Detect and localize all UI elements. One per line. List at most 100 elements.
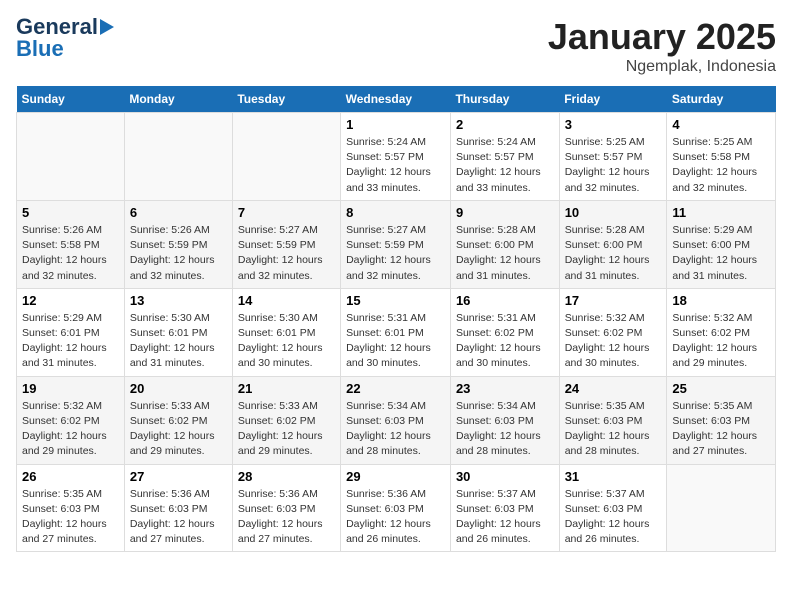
calendar-day-cell: 7 Sunrise: 5:27 AM Sunset: 5:59 PM Daylig… [232,200,340,288]
day-info: Sunrise: 5:28 AM Sunset: 6:00 PM Dayligh… [565,223,662,284]
calendar-day-cell: 26Sunrise: 5:35 AM Sunset: 6:03 PM Dayli… [17,464,125,552]
day-info: Sunrise: 5:31 AM Sunset: 6:02 PM Dayligh… [456,311,554,372]
day-info: Sunrise: 5:26 AM Sunset: 5:58 PM Dayligh… [22,223,119,284]
day-number: 6 [130,205,227,220]
calendar-day-cell: 22Sunrise: 5:34 AM Sunset: 6:03 PM Dayli… [341,376,451,464]
day-info: Sunrise: 5:32 AM Sunset: 6:02 PM Dayligh… [22,399,119,460]
day-number: 15 [346,293,445,308]
calendar-day-cell: 16 Sunrise: 5:31 AM Sunset: 6:02 PM Dayli… [450,288,559,376]
day-info: Sunrise: 5:31 AM Sunset: 6:01 PM Dayligh… [346,311,445,372]
calendar-day-cell: 21 Sunrise: 5:33 AM Sunset: 6:02 PM Dayli… [232,376,340,464]
calendar-day-cell: 17 Sunrise: 5:32 AM Sunset: 6:02 PM Dayli… [559,288,667,376]
calendar-day-cell: 14Sunrise: 5:30 AM Sunset: 6:01 PM Dayli… [232,288,340,376]
day-number: 8 [346,205,445,220]
calendar-week-row: 5 Sunrise: 5:26 AM Sunset: 5:58 PM Daylig… [17,200,776,288]
day-number: 20 [130,381,227,396]
day-number: 12 [22,293,119,308]
day-number: 18 [672,293,770,308]
calendar-day-cell: 24 Sunrise: 5:35 AM Sunset: 6:03 PM Dayli… [559,376,667,464]
day-number: 28 [238,469,335,484]
day-number: 21 [238,381,335,396]
day-number: 24 [565,381,662,396]
day-info: Sunrise: 5:37 AM Sunset: 6:03 PM Dayligh… [456,487,554,548]
day-number: 10 [565,205,662,220]
calendar-day-cell: 1Sunrise: 5:24 AM Sunset: 5:57 PM Daylig… [341,113,451,201]
day-number: 25 [672,381,770,396]
calendar-day-cell: 6 Sunrise: 5:26 AM Sunset: 5:59 PM Daylig… [124,200,232,288]
calendar-day-cell: 28 Sunrise: 5:36 AM Sunset: 6:03 PM Dayli… [232,464,340,552]
day-number: 1 [346,117,445,132]
calendar-day-cell: 11Sunrise: 5:29 AM Sunset: 6:00 PM Dayli… [667,200,776,288]
day-number: 23 [456,381,554,396]
day-info: Sunrise: 5:27 AM Sunset: 5:59 PM Dayligh… [238,223,335,284]
calendar-day-cell: 29Sunrise: 5:36 AM Sunset: 6:03 PM Dayli… [341,464,451,552]
day-info: Sunrise: 5:25 AM Sunset: 5:57 PM Dayligh… [565,135,662,196]
logo: General Blue [16,16,114,60]
calendar-day-cell: 9Sunrise: 5:28 AM Sunset: 6:00 PM Daylig… [450,200,559,288]
day-info: Sunrise: 5:29 AM Sunset: 6:00 PM Dayligh… [672,223,770,284]
weekday-header-thursday: Thursday [450,86,559,113]
day-number: 14 [238,293,335,308]
day-number: 29 [346,469,445,484]
weekday-header-friday: Friday [559,86,667,113]
weekday-header-saturday: Saturday [667,86,776,113]
calendar-day-cell: 12 Sunrise: 5:29 AM Sunset: 6:01 PM Dayli… [17,288,125,376]
calendar-table: SundayMondayTuesdayWednesdayThursdayFrid… [16,86,776,552]
calendar-day-cell: 27 Sunrise: 5:36 AM Sunset: 6:03 PM Dayli… [124,464,232,552]
day-number: 16 [456,293,554,308]
day-info: Sunrise: 5:35 AM Sunset: 6:03 PM Dayligh… [565,399,662,460]
calendar-day-cell: 23 Sunrise: 5:34 AM Sunset: 6:03 PM Dayli… [450,376,559,464]
day-number: 27 [130,469,227,484]
title-block: January 2025 Ngemplak, Indonesia [548,16,776,76]
day-info: Sunrise: 5:34 AM Sunset: 6:03 PM Dayligh… [456,399,554,460]
empty-cell [17,113,125,201]
day-info: Sunrise: 5:32 AM Sunset: 6:02 PM Dayligh… [672,311,770,372]
calendar-week-row: 12 Sunrise: 5:29 AM Sunset: 6:01 PM Dayli… [17,288,776,376]
calendar-day-cell: 18 Sunrise: 5:32 AM Sunset: 6:02 PM Dayli… [667,288,776,376]
day-number: 4 [672,117,770,132]
calendar-day-cell: 20 Sunrise: 5:33 AM Sunset: 6:02 PM Dayli… [124,376,232,464]
day-number: 5 [22,205,119,220]
day-number: 31 [565,469,662,484]
logo-arrow-icon [100,19,114,35]
day-info: Sunrise: 5:36 AM Sunset: 6:03 PM Dayligh… [238,487,335,548]
calendar-day-cell: 15 Sunrise: 5:31 AM Sunset: 6:01 PM Dayli… [341,288,451,376]
day-number: 22 [346,381,445,396]
calendar-title: January 2025 [548,16,776,58]
calendar-day-cell: 4 Sunrise: 5:25 AM Sunset: 5:58 PM Daylig… [667,113,776,201]
logo-general: General [16,16,98,38]
calendar-day-cell: 31Sunrise: 5:37 AM Sunset: 6:03 PM Dayli… [559,464,667,552]
day-info: Sunrise: 5:29 AM Sunset: 6:01 PM Dayligh… [22,311,119,372]
calendar-day-cell: 30Sunrise: 5:37 AM Sunset: 6:03 PM Dayli… [450,464,559,552]
weekday-header-wednesday: Wednesday [341,86,451,113]
calendar-day-cell: 13Sunrise: 5:30 AM Sunset: 6:01 PM Dayli… [124,288,232,376]
calendar-week-row: 26Sunrise: 5:35 AM Sunset: 6:03 PM Dayli… [17,464,776,552]
weekday-header-monday: Monday [124,86,232,113]
weekday-header-sunday: Sunday [17,86,125,113]
calendar-header-row: SundayMondayTuesdayWednesdayThursdayFrid… [17,86,776,113]
weekday-header-tuesday: Tuesday [232,86,340,113]
logo-blue: Blue [16,38,64,60]
day-info: Sunrise: 5:32 AM Sunset: 6:02 PM Dayligh… [565,311,662,372]
day-number: 7 [238,205,335,220]
day-number: 19 [22,381,119,396]
empty-cell [124,113,232,201]
day-info: Sunrise: 5:33 AM Sunset: 6:02 PM Dayligh… [130,399,227,460]
day-info: Sunrise: 5:25 AM Sunset: 5:58 PM Dayligh… [672,135,770,196]
day-number: 2 [456,117,554,132]
empty-cell [232,113,340,201]
calendar-day-cell: 25Sunrise: 5:35 AM Sunset: 6:03 PM Dayli… [667,376,776,464]
calendar-day-cell: 10 Sunrise: 5:28 AM Sunset: 6:00 PM Dayli… [559,200,667,288]
day-info: Sunrise: 5:24 AM Sunset: 5:57 PM Dayligh… [456,135,554,196]
calendar-week-row: 19 Sunrise: 5:32 AM Sunset: 6:02 PM Dayli… [17,376,776,464]
day-number: 26 [22,469,119,484]
day-number: 3 [565,117,662,132]
page-header: General Blue January 2025 Ngemplak, Indo… [16,16,776,76]
day-info: Sunrise: 5:26 AM Sunset: 5:59 PM Dayligh… [130,223,227,284]
day-info: Sunrise: 5:33 AM Sunset: 6:02 PM Dayligh… [238,399,335,460]
day-info: Sunrise: 5:36 AM Sunset: 6:03 PM Dayligh… [130,487,227,548]
day-number: 13 [130,293,227,308]
day-number: 17 [565,293,662,308]
calendar-day-cell: 2 Sunrise: 5:24 AM Sunset: 5:57 PM Daylig… [450,113,559,201]
day-info: Sunrise: 5:27 AM Sunset: 5:59 PM Dayligh… [346,223,445,284]
